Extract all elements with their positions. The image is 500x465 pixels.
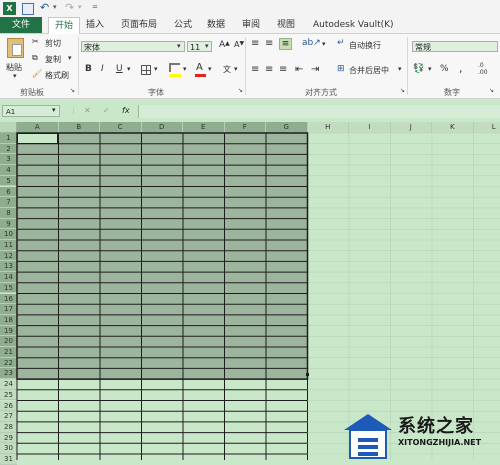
bold-button[interactable]: B (85, 64, 92, 74)
formula-bar-divider: ⋮ (70, 107, 77, 115)
customize-toolbar-icon[interactable]: = (92, 3, 98, 11)
font-size-decrease-icon[interactable]: A▼ (234, 40, 244, 49)
underline-button[interactable]: U (116, 64, 123, 74)
clipboard-launcher-icon[interactable]: ↘ (70, 87, 75, 94)
phonetic-dropdown-icon[interactable]: ▾ (234, 65, 238, 73)
name-box-dropdown-icon[interactable]: ▾ (52, 106, 56, 114)
underline-dropdown-icon[interactable]: ▾ (127, 65, 131, 73)
decrease-indent-icon[interactable]: ⇤ (295, 64, 303, 75)
cut-button[interactable]: 剪切 (45, 38, 61, 49)
number-launcher-icon[interactable]: ↘ (489, 87, 494, 94)
currency-icon[interactable]: 💱 (413, 64, 424, 74)
tab-insert[interactable]: 插入 (86, 17, 104, 33)
clipboard-group-label: 剪贴板 (20, 87, 44, 98)
merge-center-icon[interactable]: ⊞ (337, 64, 345, 74)
tab-file[interactable]: 文件 (0, 17, 42, 33)
alignment-group-label: 对齐方式 (305, 87, 337, 98)
fill-handle[interactable] (306, 373, 309, 376)
increase-indent-icon[interactable]: ⇥ (311, 64, 319, 75)
watermark: 系统之家 XITONGZHIJIA.NET (340, 410, 500, 460)
paste-icon[interactable] (7, 38, 24, 58)
watermark-url: XITONGZHIJIA.NET (398, 438, 481, 447)
increase-caret-icon: ▲ (225, 40, 230, 47)
copy-button[interactable]: 复制 (45, 54, 61, 65)
wrap-text-icon[interactable]: ↵ (337, 38, 345, 48)
italic-button[interactable]: I (101, 64, 104, 74)
font-launcher-icon[interactable]: ↘ (238, 87, 243, 94)
wrap-text-button[interactable]: 自动换行 (349, 40, 381, 51)
save-icon[interactable] (22, 3, 34, 15)
decrease-caret-icon: ▼ (239, 40, 244, 47)
align-middle-icon[interactable]: ≡ (265, 38, 273, 49)
tab-formulas[interactable]: 公式 (174, 17, 192, 33)
font-name-dropdown-icon[interactable]: ▾ (177, 42, 181, 50)
tab-autodesk-vault[interactable]: Autodesk Vault(K) (313, 17, 394, 33)
ribbon-home: 粘贴 ▾ ✂ 剪切 ⧉ 复制 ▾ 🖌 格式刷 剪贴板 ↘ 宋体 ▾ 11 ▾ A… (0, 34, 500, 99)
font-name-combo[interactable]: 宋体 (81, 41, 185, 52)
tab-review[interactable]: 审阅 (242, 17, 260, 33)
merge-dropdown-icon[interactable]: ▾ (398, 65, 402, 73)
paste-dropdown-icon[interactable]: ▾ (13, 72, 17, 80)
font-color-dropdown-icon[interactable]: ▾ (208, 65, 212, 73)
tab-page-layout[interactable]: 页面布局 (121, 17, 157, 33)
excel-logo-icon: X (3, 2, 16, 15)
insert-function-button[interactable]: fx (122, 106, 130, 115)
watermark-title: 系统之家 (398, 412, 474, 438)
number-group-label: 数字 (444, 87, 460, 98)
tab-data[interactable]: 数据 (207, 17, 225, 33)
formula-bar: A1 ▾ ⋮ ✕ ✓ fx (0, 103, 500, 120)
redo-icon[interactable]: ↷ (65, 1, 74, 14)
border-icon[interactable] (141, 65, 151, 75)
ribbon-tabs: 文件 开始 插入 页面布局 公式 数据 审阅 视图 Autodesk Vault… (0, 17, 500, 34)
align-center-icon[interactable]: ≡ (265, 64, 273, 75)
fill-color-bar (169, 74, 181, 77)
tab-view[interactable]: 视图 (277, 17, 295, 33)
separator (245, 37, 246, 95)
number-format-combo[interactable]: 常规 (412, 41, 498, 52)
orientation-dropdown-icon[interactable]: ▾ (322, 40, 326, 48)
font-color-bar (195, 74, 206, 77)
format-painter-icon[interactable]: 🖌 (32, 69, 42, 78)
format-painter-button[interactable]: 格式刷 (45, 70, 69, 81)
currency-dropdown-icon[interactable]: ▾ (428, 65, 432, 73)
align-top-icon[interactable]: ≡ (251, 38, 259, 49)
fill-color-dropdown-icon[interactable]: ▾ (183, 65, 187, 73)
align-right-icon[interactable]: ≡ (279, 64, 287, 75)
active-cell-a1[interactable] (17, 133, 58, 144)
redo-dropdown-icon[interactable]: ▾ (78, 3, 82, 11)
formula-input[interactable] (138, 105, 500, 118)
tab-home[interactable]: 开始 (48, 17, 80, 34)
border-dropdown-icon[interactable]: ▾ (154, 65, 158, 73)
undo-icon[interactable]: ↶ (40, 1, 49, 14)
align-bottom-icon[interactable]: ≡ (279, 38, 292, 50)
alignment-launcher-icon[interactable]: ↘ (400, 87, 405, 94)
copy-dropdown-icon[interactable]: ▾ (68, 54, 72, 62)
font-size-dropdown-icon[interactable]: ▾ (205, 42, 209, 50)
selected-range (17, 133, 308, 379)
cut-icon[interactable]: ✂ (32, 37, 39, 46)
fill-color-icon[interactable] (169, 63, 180, 72)
merge-center-button[interactable]: 合并后居中 (349, 65, 389, 76)
quick-access-toolbar: X ↶ ▾ ↷ ▾ = (0, 0, 500, 17)
undo-dropdown-icon[interactable]: ▾ (53, 3, 57, 11)
align-left-icon[interactable]: ≡ (251, 64, 259, 75)
percent-button[interactable]: % (440, 64, 449, 74)
separator (78, 37, 79, 95)
copy-icon[interactable]: ⧉ (32, 53, 38, 63)
cancel-icon[interactable]: ✕ (84, 106, 91, 115)
font-color-icon[interactable]: A (196, 62, 203, 73)
enter-icon[interactable]: ✓ (103, 106, 110, 115)
font-size-increase-icon[interactable]: A▲ (219, 40, 230, 50)
increase-decimal-icon[interactable]: .0.00 (478, 62, 488, 76)
comma-button[interactable]: , (459, 62, 463, 75)
font-group-label: 字体 (148, 87, 164, 98)
watermark-house-logo-icon (340, 410, 396, 460)
phonetic-icon[interactable]: 文 (223, 64, 231, 75)
orientation-icon[interactable]: ab↗ (302, 38, 321, 48)
separator (407, 37, 408, 95)
